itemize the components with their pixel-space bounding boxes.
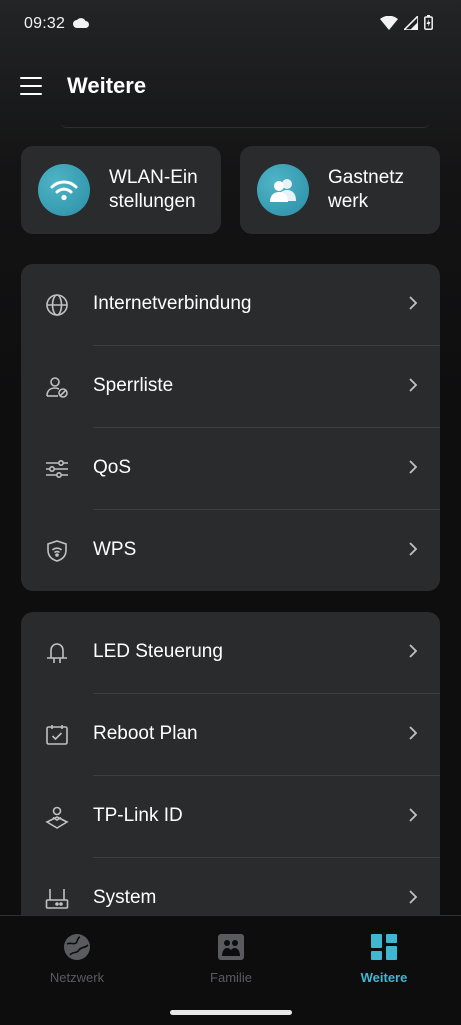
menu-item-label: QoS	[93, 457, 132, 478]
app-bar: Weitere	[0, 62, 461, 110]
menu-item-internet-connection[interactable]: Internetverbindung	[21, 264, 440, 346]
status-icons	[380, 15, 433, 30]
menu-item-label: TP-Link ID	[93, 805, 183, 826]
menu-item-wps[interactable]: WPS	[21, 510, 440, 591]
cell-signal-icon	[404, 15, 418, 30]
menu-item-label: WPS	[93, 539, 137, 560]
bottom-navigation: Netzwerk Familie Weitere	[0, 915, 461, 1025]
chevron-right-icon	[409, 378, 418, 392]
scroll-fade-divider	[60, 121, 430, 128]
globe-network-icon	[64, 934, 90, 960]
led-lamp-icon	[45, 641, 69, 665]
globe-icon	[45, 293, 69, 317]
calendar-check-icon	[45, 723, 69, 747]
chevron-right-icon	[409, 296, 418, 310]
wlan-settings-label: WLAN-Ein stellungen	[109, 167, 198, 212]
guests-icon	[257, 164, 309, 216]
menu-item-blocklist[interactable]: Sperrliste	[21, 346, 440, 428]
wifi-signal-icon	[380, 15, 398, 30]
chevron-right-icon	[409, 726, 418, 740]
nav-tab-weitere[interactable]: Weitere	[307, 916, 461, 996]
home-indicator[interactable]	[170, 1010, 292, 1015]
blocked-user-icon	[45, 375, 69, 399]
page-title: Weitere	[67, 73, 147, 98]
menu-item-reboot-plan[interactable]: Reboot Plan	[21, 694, 440, 776]
menu-item-label: LED Steuerung	[93, 641, 223, 662]
sliders-icon	[45, 457, 69, 481]
chevron-right-icon	[409, 460, 418, 474]
chevron-right-icon	[409, 808, 418, 822]
status-time: 09:32	[24, 15, 66, 32]
shield-wifi-icon	[45, 539, 69, 563]
guest-network-card[interactable]: Gastnetz werk	[240, 146, 440, 234]
wifi-icon	[38, 164, 90, 216]
nav-tab-label: Netzwerk	[49, 970, 105, 985]
cloud-icon	[73, 18, 89, 28]
account-id-icon	[45, 805, 69, 829]
battery-icon	[424, 15, 433, 30]
nav-tab-label: Familie	[210, 970, 252, 985]
menu-item-qos[interactable]: QoS	[21, 428, 440, 510]
nav-tab-netzwerk[interactable]: Netzwerk	[0, 916, 154, 996]
chevron-right-icon	[409, 542, 418, 556]
menu-item-label: System	[93, 887, 157, 908]
nav-tab-familie[interactable]: Familie	[154, 916, 308, 996]
chevron-right-icon	[409, 890, 418, 904]
menu-item-label: Internetverbindung	[93, 293, 252, 314]
settings-group-system: LED Steuerung Reboot Plan TP-Link ID Sys…	[21, 612, 440, 942]
menu-item-label: Sperrliste	[93, 375, 174, 396]
menu-item-led-control[interactable]: LED Steuerung	[21, 612, 440, 694]
grid-icon	[371, 934, 397, 960]
menu-item-tp-link-id[interactable]: TP-Link ID	[21, 776, 440, 858]
chevron-right-icon	[409, 644, 418, 658]
family-icon	[218, 934, 244, 960]
wlan-settings-card[interactable]: WLAN-Ein stellungen	[21, 146, 221, 234]
status-bar: 09:32	[0, 0, 461, 50]
settings-group-network: Internetverbindung Sperrliste QoS WPS	[21, 264, 440, 591]
router-icon	[45, 887, 69, 911]
menu-item-label: Reboot Plan	[93, 723, 198, 744]
nav-tab-label: Weitere	[360, 970, 408, 985]
guest-network-label: Gastnetz werk	[328, 167, 405, 212]
hamburger-menu-icon[interactable]	[20, 76, 42, 96]
